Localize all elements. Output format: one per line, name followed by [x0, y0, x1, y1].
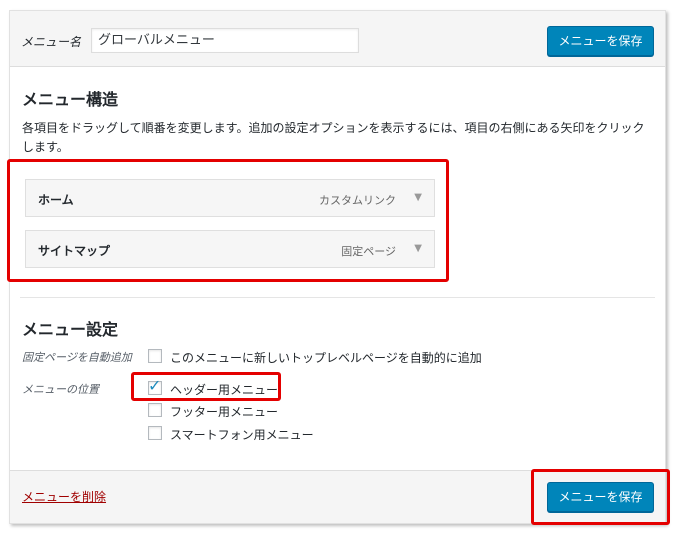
menu-name-label: メニュー名	[21, 35, 82, 49]
menu-name-input[interactable]: グローバルメニュー	[91, 28, 359, 53]
smartphone-menu-checkbox[interactable]	[148, 426, 162, 440]
highlight-box-menu-items	[7, 159, 449, 282]
menu-settings-title: メニュー設定	[22, 320, 119, 339]
menu-header-bar: メニュー名 グローバルメニュー メニューを保存	[10, 11, 665, 67]
menu-location-label: メニューの位置	[22, 383, 99, 396]
auto-add-checkbox[interactable]	[148, 349, 162, 363]
highlight-box-header-location	[131, 372, 281, 401]
save-menu-button-top[interactable]: メニューを保存	[547, 26, 654, 56]
footer-menu-checkbox[interactable]	[148, 403, 162, 417]
menu-structure-description: 各項目をドラッグして順番を変更します。追加の設定オプションを表示するには、項目の…	[22, 121, 645, 154]
delete-menu-link[interactable]: メニューを削除	[22, 488, 106, 505]
auto-add-option-label[interactable]: このメニューに新しいトップレベルページを自動的に追加	[170, 349, 482, 366]
menu-structure-title: メニュー構造	[22, 90, 119, 109]
location-option-label[interactable]: フッター用メニュー	[170, 403, 278, 420]
location-option-label[interactable]: スマートフォン用メニュー	[170, 426, 314, 443]
highlight-box-save-button	[531, 469, 670, 525]
auto-add-label: 固定ページを自動追加	[22, 351, 132, 364]
section-divider	[20, 297, 655, 298]
